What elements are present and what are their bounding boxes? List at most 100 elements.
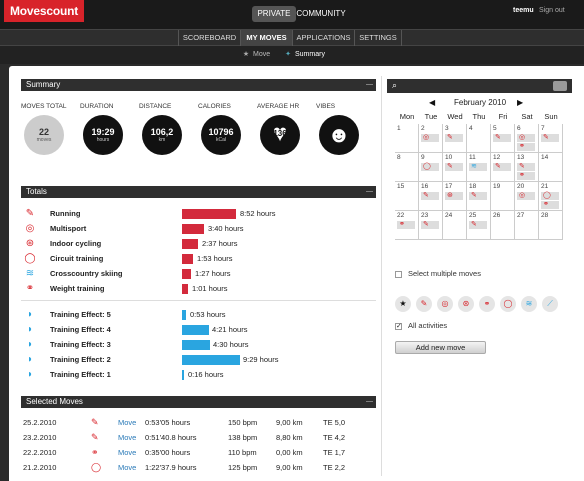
calendar-day[interactable]: 6 ◎ ⚭ [515,124,539,153]
totals-row-te4[interactable]: ◗ Training Effect: 4 4:21 hours [21,323,381,338]
running-shoe-icon[interactable]: ✎ [541,134,559,142]
prev-month-icon[interactable]: ◀ [429,98,435,107]
calendar-day[interactable]: 8 [395,153,419,182]
running-shoe-icon[interactable]: ✎ [517,163,535,171]
star-icon[interactable]: ★ [395,296,411,312]
running-shoe-icon[interactable]: ✎ [493,134,511,142]
calendar-day[interactable]: 5 ✎ [491,124,515,153]
skis-icon[interactable]: ≋ [521,296,537,312]
select-multiple-checkbox[interactable] [395,270,402,278]
totals-row-te5[interactable]: ◗ Training Effect: 5 0:53 hours [21,308,381,323]
star-icon: ★ [242,51,250,58]
running-shoe-icon[interactable]: ✎ [445,163,463,171]
calendar-day[interactable]: 9 ◯ [419,153,443,182]
calendar-day[interactable]: 20 ◎ [515,182,539,211]
totals-row-multisport[interactable]: ◎ Multisport 3:40 hours [21,222,381,237]
calendar-day[interactable]: 21 ◯ ⚭ [539,182,563,211]
all-activities-checkbox[interactable]: ✓ [395,322,402,330]
all-activities-toggle[interactable]: ✓ All activities [395,321,447,330]
sign-out-link[interactable]: Sign out [539,7,565,14]
totals-row-crosscountry-skiing[interactable]: ≋ Crosscountry skiing 1:27 hours [21,267,381,282]
calendar-day[interactable]: 15 [395,182,419,211]
totals-row-weight-training[interactable]: ⚭ Weight training 1:01 hours [21,282,381,297]
subnav-move[interactable]: ★ Move [241,49,270,61]
calendar-day[interactable]: 7 ✎ [539,124,563,153]
move-row[interactable]: 21.2.2010 ◯ Move 1:22'37.9 hours 125 bpm… [21,461,381,476]
selected-moves-header[interactable]: Selected Moves [21,396,376,408]
next-month-icon[interactable]: ▶ [517,98,523,107]
tab-community[interactable]: COMMUNITY [296,6,346,22]
dumbbell-icon[interactable]: ⚭ [517,143,535,151]
calendar-day[interactable]: 28 [539,211,563,240]
calendar-day[interactable]: 18 ✎ [467,182,491,211]
nav-my-moves[interactable]: MY MOVES [240,30,292,46]
nav-applications[interactable]: APPLICATIONS [292,30,354,46]
calendar-day[interactable]: 12 ✎ [491,153,515,182]
dumbbell-icon[interactable]: ⚭ [541,201,559,209]
circuit-ring-icon[interactable]: ◯ [421,163,439,171]
move-link[interactable]: Move [118,418,136,427]
move-row[interactable]: 22.2.2010 ⚭ Move 0:35'00 hours 110 bpm 0… [21,446,381,461]
calendar-day[interactable]: 4 [467,124,491,153]
totals-row-te3[interactable]: ◗ Training Effect: 3 4:30 hours [21,338,381,353]
skis-icon[interactable]: ≋ [469,163,487,171]
running-shoe-icon[interactable]: ✎ [469,192,487,200]
move-link[interactable]: Move [118,463,136,472]
bike-icon[interactable]: ⊛ [445,192,463,200]
calendar-day[interactable]: 27 [515,211,539,240]
select-multiple-moves[interactable]: Select multiple moves [395,269,481,278]
move-link[interactable]: Move [118,433,136,442]
circuit-ring-icon[interactable]: ◯ [500,296,516,312]
totals-row-te2[interactable]: ◗ Training Effect: 2 9:29 hours [21,353,381,368]
circuit-ring-icon[interactable]: ◯ [541,192,559,200]
nav-settings[interactable]: SETTINGS [354,30,402,46]
totals-row-te1[interactable]: ◗ Training Effect: 1 0:16 hours [21,368,381,383]
calendar-day[interactable]: 22 ⚭ [395,211,419,240]
dumbbell-icon[interactable]: ⚭ [479,296,495,312]
user-name[interactable]: teemu [513,7,534,14]
calendar-day[interactable]: 16 ✎ [419,182,443,211]
tab-private[interactable]: PRIVATE [252,6,296,22]
calendar-day[interactable]: 3 ✎ [443,124,467,153]
bike-icon[interactable]: ⊛ [458,296,474,312]
running-shoe-icon[interactable]: ✎ [421,221,439,229]
movescount-logo[interactable]: Movescount [4,0,84,22]
target-icon[interactable]: ◎ [421,134,439,142]
calendar-day[interactable]: 25 ✎ [467,211,491,240]
dumbbell-icon[interactable]: ⚭ [397,221,415,229]
totals-header[interactable]: Totals [21,186,376,198]
dumbbell-icon[interactable]: ⚭ [517,172,535,180]
calendar-day[interactable]: 10 ✎ [443,153,467,182]
target-icon[interactable]: ◎ [437,296,453,312]
add-new-move-button[interactable]: Add new move [395,341,486,354]
calendar-day[interactable]: 1 [395,124,419,153]
calendar-day[interactable]: 24 [443,211,467,240]
target-icon[interactable]: ◎ [517,192,535,200]
calendar-day[interactable]: 14 [539,153,563,182]
running-shoe-icon[interactable]: ✎ [416,296,432,312]
calendar-day[interactable]: 23 ✎ [419,211,443,240]
running-shoe-icon[interactable]: ✎ [493,163,511,171]
move-row[interactable]: 23.2.2010 ✎ Move 0:51'40.8 hours 138 bpm… [21,431,381,446]
calendar-day[interactable]: 19 [491,182,515,211]
calendar-day[interactable]: 2 ◎ [419,124,443,153]
running-shoe-icon[interactable]: ✎ [469,221,487,229]
summary-header[interactable]: Summary [21,79,376,91]
move-row[interactable]: 25.2.2010 ✎ Move 0:53'05 hours 150 bpm 9… [21,416,381,431]
totals-row-running[interactable]: ✎ Running 8:52 hours [21,207,381,222]
target-icon[interactable]: ◎ [517,134,535,142]
roller-ski-icon[interactable]: ⟋ [542,296,558,312]
totals-row-circuit-training[interactable]: ◯ Circuit training 1:53 hours [21,252,381,267]
totals-row-indoor-cycling[interactable]: ⊛ Indoor cycling 2:37 hours [21,237,381,252]
calendar-day[interactable]: 11 ≋ [467,153,491,182]
running-shoe-icon[interactable]: ✎ [421,192,439,200]
calendar-view-button[interactable] [553,81,567,91]
nav-scoreboard[interactable]: SCOREBOARD [178,30,240,46]
move-link[interactable]: Move [118,448,136,457]
calendar-day[interactable]: 13 ✎ ⚭ [515,153,539,182]
running-shoe-icon[interactable]: ✎ [445,134,463,142]
calendar-day[interactable]: 17 ⊛ [443,182,467,211]
search-icon[interactable]: ⌕ [392,80,397,91]
calendar-day[interactable]: 26 [491,211,515,240]
subnav-summary[interactable]: ✦ Summary [283,49,325,61]
